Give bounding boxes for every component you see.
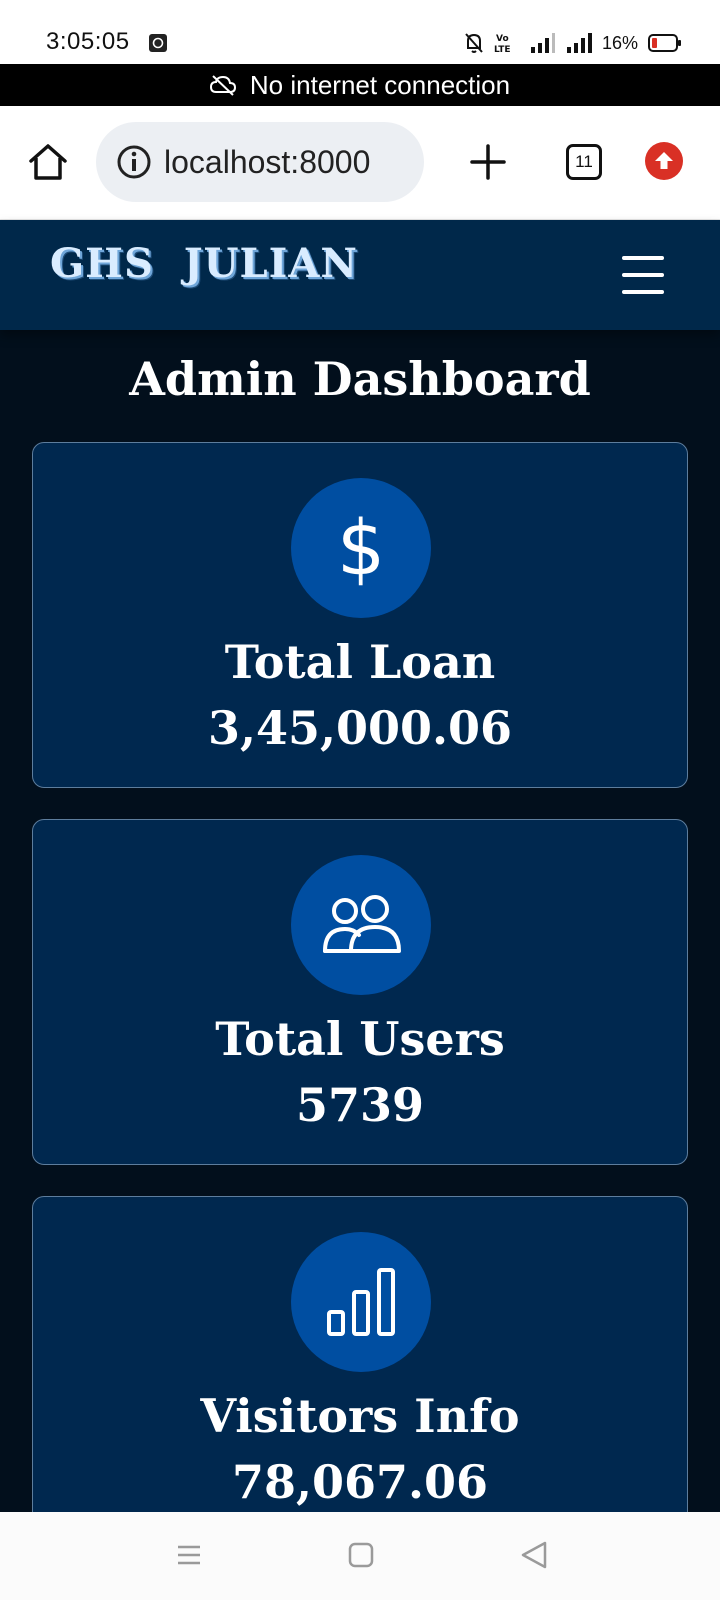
tabs-icon[interactable]: 11 — [566, 144, 602, 180]
address-bar[interactable]: localhost:8000 — [96, 122, 424, 202]
card-value: 78,067.06 — [231, 1455, 489, 1509]
visitors-info-card[interactable]: Visitors Info 78,067.06 — [32, 1196, 688, 1556]
volte-icon: Vo LTE — [494, 34, 511, 54]
info-icon[interactable] — [116, 144, 152, 180]
home-nav-icon[interactable] — [348, 1542, 374, 1568]
total-users-card[interactable]: Total Users 5739 — [32, 819, 688, 1165]
system-nav-bar — [0, 1512, 720, 1600]
battery-icon — [648, 34, 681, 52]
mute-bell-icon — [465, 33, 483, 53]
dollar-icon: $ — [291, 478, 431, 618]
card-label: Visitors Info — [200, 1389, 520, 1443]
url-text[interactable]: localhost:8000 — [164, 144, 404, 181]
hamburger-icon[interactable] — [622, 256, 664, 294]
card-value: 3,45,000.06 — [207, 701, 513, 755]
signal-icon — [530, 33, 555, 53]
browser-toolbar: localhost:8000 11 — [0, 106, 720, 220]
cloud-off-icon — [209, 75, 236, 96]
status-icons: Vo LTE 16% — [464, 30, 682, 56]
page-title: Admin Dashboard — [129, 352, 591, 406]
signal-icon — [566, 33, 592, 53]
site-logo[interactable]: GHS JULIAN — [50, 240, 358, 287]
card-label: Total Loan — [224, 635, 496, 689]
site-header: GHS JULIAN — [0, 220, 720, 330]
svg-text:LTE: LTE — [494, 45, 511, 54]
tab-count: 11 — [575, 152, 593, 171]
plus-icon[interactable] — [466, 140, 510, 184]
offline-text: No internet connection — [249, 69, 511, 100]
offline-banner: No internet connection — [0, 64, 720, 106]
total-loan-card[interactable]: $ Total Loan 3,45,000.06 — [32, 442, 688, 788]
update-icon[interactable] — [645, 142, 683, 180]
svg-text:Vo: Vo — [496, 34, 509, 44]
card-value: 5739 — [295, 1078, 425, 1132]
users-icon — [291, 855, 431, 995]
svg-text:$: $ — [337, 508, 385, 588]
home-icon[interactable] — [26, 140, 70, 184]
status-bar: 3:05:05 Vo LTE 16% — [0, 0, 720, 64]
status-time: 3:05:05 — [46, 28, 130, 55]
battery-percent: 16% — [601, 32, 638, 53]
back-icon[interactable] — [520, 1540, 548, 1570]
photo-app-icon — [149, 34, 167, 52]
arrow-up-icon — [655, 152, 673, 169]
recent-apps-icon[interactable] — [176, 1542, 202, 1568]
bar-chart-icon — [291, 1232, 431, 1372]
card-label: Total Users — [215, 1012, 505, 1066]
